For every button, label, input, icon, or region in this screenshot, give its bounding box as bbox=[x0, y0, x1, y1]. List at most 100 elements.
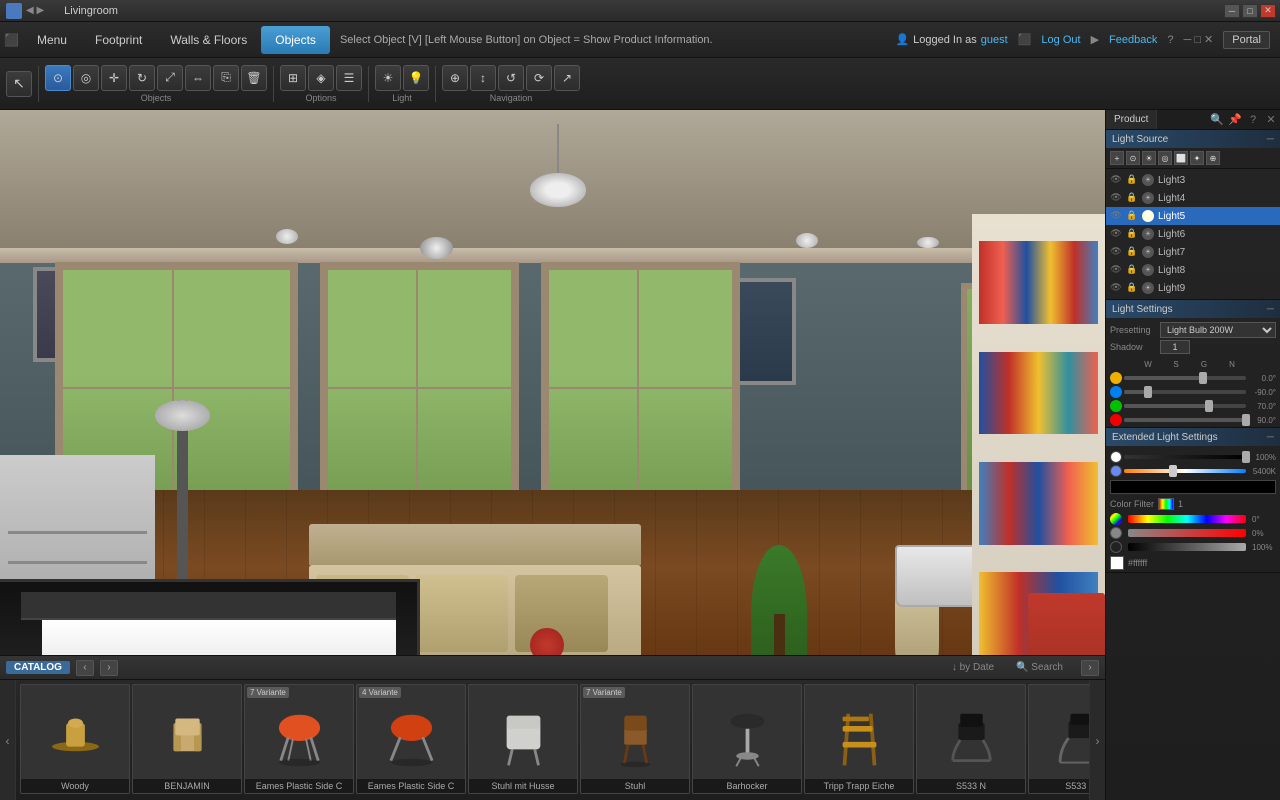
light-item-light8[interactable]: 👁 🔒 ☀ Light8 bbox=[1106, 261, 1280, 279]
nav2-button[interactable]: ↕ bbox=[470, 65, 496, 91]
copy-button[interactable]: ⎘ bbox=[213, 65, 239, 91]
catalog-item-s533n[interactable]: S533 N bbox=[916, 684, 1026, 794]
select-object-button[interactable]: ⊙ bbox=[45, 65, 71, 91]
saturation-slider[interactable] bbox=[1128, 529, 1246, 537]
ls-icon7[interactable]: ⊕ bbox=[1206, 151, 1220, 165]
catalog-sort-label[interactable]: ↓ by Date bbox=[952, 662, 994, 673]
option2-button[interactable]: ◈ bbox=[308, 65, 334, 91]
saturation-row: 0% bbox=[1106, 526, 1280, 540]
catalog-next-button[interactable]: › bbox=[100, 660, 118, 676]
light-item-light4[interactable]: 👁 🔒 ☀ Light4 bbox=[1106, 189, 1280, 207]
brightness-slider-track[interactable] bbox=[1124, 455, 1246, 459]
w-slider-track[interactable] bbox=[1124, 376, 1246, 380]
light1-button[interactable]: ☀ bbox=[375, 65, 401, 91]
footprint-button[interactable]: Footprint bbox=[81, 26, 156, 54]
catalog-item-barhocker[interactable]: Barhocker bbox=[692, 684, 802, 794]
panel-close-icon[interactable]: ✕ bbox=[1262, 111, 1280, 129]
minimize-button[interactable]: ─ bbox=[1224, 4, 1240, 18]
portal-button[interactable]: Portal bbox=[1223, 31, 1270, 49]
light-item-light5[interactable]: 👁 🔒 ☀ Light5 bbox=[1106, 207, 1280, 225]
catalog-item-stuhl-husse[interactable]: Stuhl mit Husse bbox=[468, 684, 578, 794]
objects-toolbar-section: ⊙ ◎ ✛ ↻ ⤢ ⇔ ⎘ 🗑 Objects bbox=[45, 65, 267, 103]
catalog-item-stuhl[interactable]: 7 Variante Stuhl bbox=[580, 684, 690, 794]
ls-icon3[interactable]: ☀ bbox=[1142, 151, 1156, 165]
ls-icon4[interactable]: ◎ bbox=[1158, 151, 1172, 165]
nav4-button[interactable]: ⟳ bbox=[526, 65, 552, 91]
light6-eye-icon: 👁 bbox=[1110, 228, 1122, 240]
menu-button[interactable]: Menu bbox=[23, 26, 81, 54]
panel-help-icon[interactable]: ? bbox=[1244, 111, 1262, 129]
shadow-input[interactable]: 1 bbox=[1160, 340, 1190, 354]
n-slider-track[interactable] bbox=[1124, 418, 1246, 422]
ls-icon5[interactable]: ⬜ bbox=[1174, 151, 1188, 165]
walls-floors-button[interactable]: Walls & Floors bbox=[156, 26, 261, 54]
panel-tab-icons: 🔍 📌 ? ✕ bbox=[1208, 110, 1280, 129]
objects-button[interactable]: Objects bbox=[261, 26, 330, 54]
menubar: ⬛ Menu Footprint Walls & Floors Objects … bbox=[0, 22, 1280, 58]
presetting-select[interactable]: Light Bulb 200W bbox=[1160, 322, 1276, 338]
light-settings-collapse-button[interactable]: ─ bbox=[1267, 304, 1274, 315]
colortemp-slider-row: 5400K bbox=[1106, 464, 1280, 478]
dark-slider[interactable] bbox=[1128, 543, 1246, 551]
logout-label[interactable]: Log Out bbox=[1041, 34, 1080, 46]
catalog-item-woody-name: Woody bbox=[21, 779, 129, 793]
catalog-item-benjamin[interactable]: BENJAMIN bbox=[132, 684, 242, 794]
delete-button[interactable]: 🗑 bbox=[241, 65, 267, 91]
nav5-button[interactable]: ↗ bbox=[554, 65, 580, 91]
catalog-item-woody[interactable]: Woody bbox=[20, 684, 130, 794]
catalog-items-scroll: Woody BENJAMIN 7 Variante bbox=[16, 680, 1089, 800]
panel-search-icon[interactable]: 🔍 bbox=[1208, 111, 1226, 129]
light-item-light3[interactable]: 👁 🔒 ☀ Light3 bbox=[1106, 171, 1280, 189]
help-icon[interactable]: ? bbox=[1167, 34, 1173, 46]
extended-light-collapse-button[interactable]: ─ bbox=[1267, 432, 1274, 443]
restore-button[interactable]: □ bbox=[1242, 4, 1258, 18]
g-slider-track[interactable] bbox=[1124, 404, 1246, 408]
close-button[interactable]: ✕ bbox=[1260, 4, 1276, 18]
feedback-label[interactable]: Feedback bbox=[1109, 34, 1157, 46]
catalog-scroll-right-button[interactable]: › bbox=[1089, 680, 1105, 800]
select-tool-button[interactable]: ↖ bbox=[6, 71, 32, 97]
light-toolbar-section: ☀ 💡 Light bbox=[375, 65, 429, 103]
ls-icon6[interactable]: ✦ bbox=[1190, 151, 1204, 165]
3d-viewport[interactable]: CATALOG ‹ › ↓ by Date 🔍 Search › ‹ bbox=[0, 110, 1105, 800]
light-item-light6[interactable]: 👁 🔒 ☀ Light6 bbox=[1106, 225, 1280, 243]
catalog-scroll-left-button[interactable]: ‹ bbox=[0, 680, 16, 800]
light2-button[interactable]: 💡 bbox=[403, 65, 429, 91]
catalog-search-label[interactable]: 🔍 Search bbox=[1016, 662, 1063, 673]
catalog-header: CATALOG ‹ › ↓ by Date 🔍 Search › bbox=[0, 656, 1105, 680]
panel-toggle-button[interactable]: › bbox=[1105, 455, 1106, 485]
catalog-item-s533nf[interactable]: S533 NF bbox=[1028, 684, 1089, 794]
light-item-light9[interactable]: 👁 🔒 ☀ Light9 bbox=[1106, 279, 1280, 297]
hue-slider[interactable] bbox=[1128, 515, 1246, 523]
product-tab[interactable]: Product bbox=[1106, 110, 1157, 129]
light-settings-grid: Presetting Light Bulb 200W Shadow 1 bbox=[1106, 318, 1280, 358]
rotate-button[interactable]: ↻ bbox=[129, 65, 155, 91]
shadow-row: Shadow 1 bbox=[1110, 340, 1276, 354]
colortemp-slider-track[interactable] bbox=[1124, 469, 1246, 473]
catalog-label: CATALOG bbox=[6, 661, 70, 674]
move-button[interactable]: ✛ bbox=[101, 65, 127, 91]
option1-button[interactable]: ⊞ bbox=[280, 65, 306, 91]
black-color-swatch[interactable] bbox=[1110, 480, 1276, 494]
catalog-item-eames2[interactable]: 4 Variante Eames Plastic Side C bbox=[356, 684, 466, 794]
camera-button[interactable]: ◎ bbox=[73, 65, 99, 91]
ls-icon1[interactable]: + bbox=[1110, 151, 1124, 165]
window-controls-2: ─ □ ✕ bbox=[1183, 33, 1213, 46]
white-swatch[interactable] bbox=[1110, 556, 1124, 570]
light-item-light7[interactable]: 👁 🔒 ☀ Light7 bbox=[1106, 243, 1280, 261]
catalog-item-eames1[interactable]: 7 Variante Eames Plastic Side C bbox=[244, 684, 354, 794]
titlebar-forward-back[interactable]: ◀ ▶ bbox=[26, 5, 44, 16]
light-source-collapse-button[interactable]: ─ bbox=[1267, 134, 1274, 145]
catalog-collapse-right-button[interactable]: › bbox=[1081, 660, 1099, 676]
panel-pin-icon[interactable]: 📌 bbox=[1226, 111, 1244, 129]
mirror-button[interactable]: ⇔ bbox=[185, 65, 211, 91]
s-slider-track[interactable] bbox=[1124, 390, 1246, 394]
nav1-button[interactable]: ⊕ bbox=[442, 65, 468, 91]
nav3-button[interactable]: ↺ bbox=[498, 65, 524, 91]
option3-button[interactable]: ☰ bbox=[336, 65, 362, 91]
catalog-item-tripp-trapp[interactable]: Tripp Trapp Eiche bbox=[804, 684, 914, 794]
scale-button[interactable]: ⤢ bbox=[157, 65, 183, 91]
ls-icon2[interactable]: ⊙ bbox=[1126, 151, 1140, 165]
catalog-prev-button[interactable]: ‹ bbox=[76, 660, 94, 676]
color-filter-swatch[interactable] bbox=[1158, 498, 1174, 510]
